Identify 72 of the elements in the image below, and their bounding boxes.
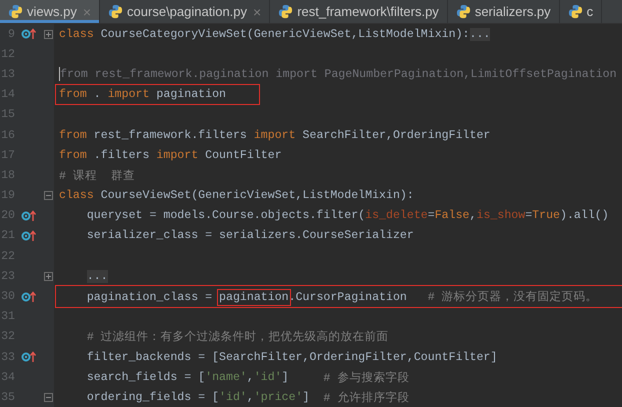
python-file-icon <box>108 4 124 19</box>
code-text: = <box>525 209 532 222</box>
parameter-name: is_delete <box>365 209 428 222</box>
keyword: True <box>532 209 560 222</box>
tab-label: course\pagination.py <box>127 4 248 19</box>
collapse-fold-icon[interactable] <box>44 191 52 200</box>
code-text: ).all() <box>560 209 609 222</box>
code-text: pagination_class = <box>86 291 214 304</box>
code-comment: # 过滤组件：有多个过滤条件时，把优先级高的放在前面 <box>86 329 389 344</box>
override-marker-icon[interactable] <box>20 230 36 242</box>
code-text: .filters <box>92 148 150 162</box>
string-literal: 'name' <box>205 370 247 384</box>
override-marker-icon[interactable] <box>20 290 36 303</box>
keyword: False <box>434 209 470 222</box>
collapse-fold-icon[interactable] <box>44 392 52 402</box>
code-text: . <box>92 88 102 102</box>
keyword: import <box>254 128 296 142</box>
keyword: import <box>156 148 198 162</box>
editor-tab[interactable]: c <box>560 0 602 23</box>
code-text: , <box>246 370 254 384</box>
code-text: ] <box>302 390 311 404</box>
keyword: from <box>59 148 87 162</box>
keyword: import <box>108 88 150 102</box>
string-literal: 'id' <box>254 370 282 384</box>
string-literal: 'id' <box>219 390 247 404</box>
code-text: CountFilter <box>204 148 282 162</box>
keyword: class <box>59 189 94 202</box>
string-literal: 'price' <box>254 390 303 404</box>
override-marker-icon[interactable] <box>20 28 36 40</box>
code-text: rest_framework.filters <box>92 128 248 142</box>
code-text: ] <box>282 370 290 384</box>
keyword: from <box>59 88 87 102</box>
code-comment: # 课程 群查 <box>59 168 135 183</box>
code-text: CourseCategoryViewSet(GenericViewSet,ListModelMixin): <box>100 28 470 41</box>
editor-tab[interactable]: course\pagination.py × <box>100 0 270 23</box>
code-text: search_fields = [ <box>86 370 206 384</box>
tab-label: serializers.py <box>474 4 551 19</box>
code-text: .CursorPagination <box>288 291 408 304</box>
code-text: ordering_fields = [ <box>86 390 220 404</box>
editor-tab[interactable]: rest_framework\filters.py <box>270 0 448 23</box>
folded-code: ... <box>470 28 490 41</box>
code-text: , <box>470 209 476 222</box>
code-text: CourseViewSet(GenericViewSet,ListModelMixin): <box>100 189 414 202</box>
code-text: queryset = models.Course.objects.filter( <box>86 209 366 222</box>
code-comment: # 游标分页器，没有固定页码。 <box>428 291 598 304</box>
keyword: from <box>59 128 87 142</box>
python-file-icon <box>278 4 294 19</box>
python-file-icon <box>568 4 583 19</box>
parameter-name: is_show <box>476 209 526 222</box>
editor-tab[interactable]: serializers.py <box>448 0 560 23</box>
python-file-icon <box>8 4 23 19</box>
code-comment: # 允许排序字段 <box>323 390 410 405</box>
code-text: SearchFilter,OrderingFilter <box>302 128 490 142</box>
code-text: serializer_class = serializers.CourseSerializer <box>86 229 414 242</box>
expand-fold-icon[interactable] <box>44 272 52 281</box>
override-marker-icon[interactable] <box>20 351 36 364</box>
code-text: , <box>246 390 254 404</box>
folded-code: ... <box>86 270 108 283</box>
python-file-icon <box>456 4 471 19</box>
keyword: class <box>59 28 94 41</box>
unused-import: from rest_framework.pagination import PageNumberPagination,LimitOffsetPagination <box>60 68 617 81</box>
code-comment: # 参与搜索字段 <box>323 370 410 385</box>
code-text: pagination <box>155 88 226 102</box>
tab-label: c <box>586 4 594 19</box>
tab-label: views.py <box>27 4 77 19</box>
tab-label: rest_framework\filters.py <box>297 4 439 19</box>
code-text: = <box>428 209 435 222</box>
code-text: filter_backends = [SearchFilter,OrderingFilter,CountFilter] <box>86 350 498 364</box>
highlighted-word: pagination <box>219 291 289 304</box>
editor-tab[interactable]: views.py × <box>0 0 100 23</box>
override-marker-icon[interactable] <box>20 210 36 222</box>
expand-fold-icon[interactable] <box>44 30 52 39</box>
